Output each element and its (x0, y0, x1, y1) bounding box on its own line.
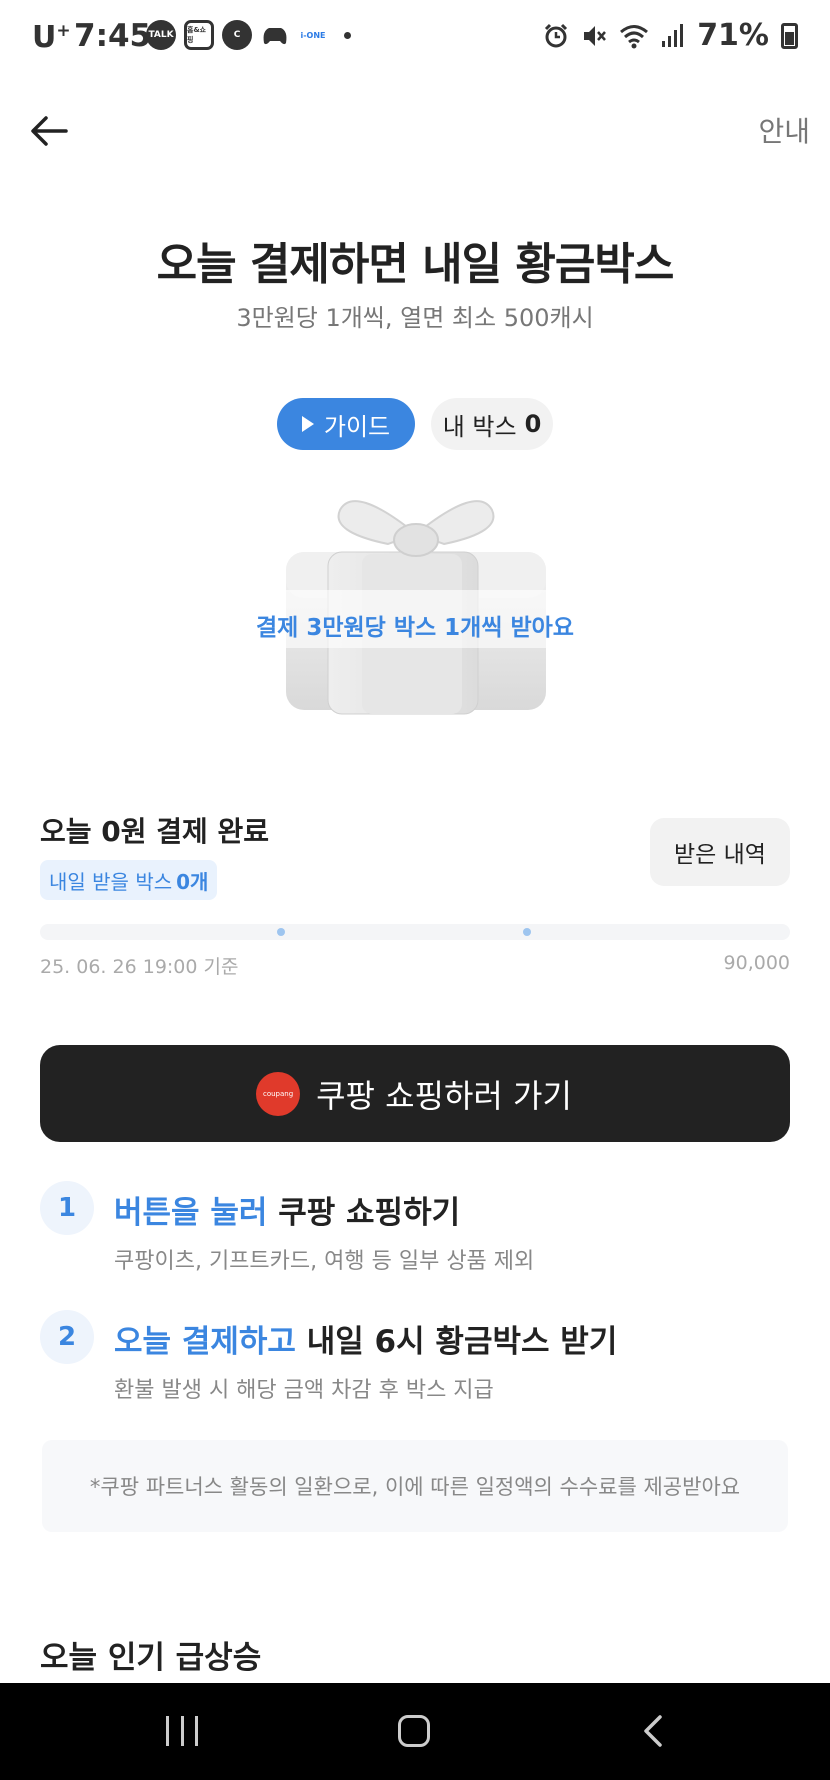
back-arrow-icon[interactable] (26, 108, 72, 154)
popular-section-title: 오늘 인기 급상승 (40, 1640, 262, 1676)
step-description: 환불 발생 시 해당 금액 차감 후 박스 지급 (114, 1378, 494, 1403)
my-box-button[interactable]: 내 박스 0 (431, 398, 553, 450)
status-time: 7:45 (74, 18, 152, 54)
home-icon[interactable] (398, 1715, 430, 1747)
i-one-bank-icon: i-ONE (300, 30, 326, 40)
received-history-button[interactable]: 받은 내역 (650, 818, 790, 886)
status-bar: U+ 7:45 TALK 홈&쇼핑 C i-ONE 71% (0, 0, 830, 76)
page-title: 오늘 결제하면 내일 황금박스 (156, 239, 675, 290)
mute-icon (584, 25, 607, 46)
my-box-label: 내 박스 (442, 412, 517, 441)
hero-pill-row: 가이드 내 박스 0 (0, 398, 830, 450)
step-heading: 버튼을 눌러 쿠팡 쇼핑하기 (114, 1195, 461, 1231)
tomorrow-box-label: 내일 받을 박스 (49, 869, 173, 894)
coupang-shopping-button[interactable]: coupang 쿠팡 쇼핑하러 가기 (40, 1045, 790, 1142)
my-box-count: 0 (524, 410, 542, 438)
game-icon (263, 28, 287, 45)
payment-status-title: 오늘 0원 결제 완료 (40, 815, 270, 848)
progress-milestone-1 (277, 928, 285, 936)
kakaotalk-icon: TALK (146, 20, 176, 50)
battery-percent: 71% (697, 18, 769, 53)
step-number: 2 (40, 1310, 94, 1364)
wifi-icon (620, 24, 649, 48)
coupang-logo-icon: coupang (258, 1073, 299, 1114)
battery-icon (781, 22, 798, 49)
step-heading: 오늘 결제하고 내일 6시 황금박스 받기 (114, 1324, 618, 1360)
tomorrow-box-count: 0개 (176, 869, 209, 894)
play-icon (301, 416, 314, 432)
nav-back-icon[interactable] (636, 1713, 672, 1749)
signal-icon (662, 23, 684, 47)
system-icons: 71% (543, 18, 798, 53)
box-caption: 결제 3만원당 박스 1개씩 받아요 (256, 615, 574, 641)
notification-icons: TALK 홈&쇼핑 C i-ONE (146, 20, 351, 50)
system-nav-bar (0, 1683, 830, 1780)
info-link[interactable]: 안내 (758, 110, 810, 150)
recent-apps-icon[interactable] (166, 1716, 198, 1746)
step-number: 1 (40, 1181, 94, 1235)
step-description: 쿠팡이츠, 기프트카드, 여행 등 일부 상품 제외 (114, 1249, 535, 1274)
page-subtitle: 3만원당 1개씩, 열면 최소 500캐시 (236, 304, 594, 332)
home-shopping-icon: 홈&쇼핑 (184, 20, 214, 50)
guide-button[interactable]: 가이드 (277, 398, 415, 450)
alarm-icon (545, 23, 568, 47)
carrier-label: U+ (32, 20, 71, 55)
basis-timestamp: 25. 06. 26 19:00 기준 (40, 956, 239, 978)
guide-label: 가이드 (323, 412, 391, 441)
progress-max-label: 90,000 (723, 952, 790, 974)
gift-box-image (284, 500, 548, 715)
coupang-shopping-label: 쿠팡 쇼핑하러 가기 (316, 1076, 572, 1115)
progress-milestone-2 (523, 928, 531, 936)
partners-notice: *쿠팡 파트너스 활동의 일환으로, 이에 따른 일정액의 수수료를 제공받아요 (42, 1440, 788, 1532)
c-app-icon: C (222, 20, 252, 50)
more-notifications-dot (344, 31, 351, 39)
tomorrow-box-badge: 내일 받을 박스 0개 (40, 860, 218, 900)
payment-progress-bar (40, 924, 790, 940)
